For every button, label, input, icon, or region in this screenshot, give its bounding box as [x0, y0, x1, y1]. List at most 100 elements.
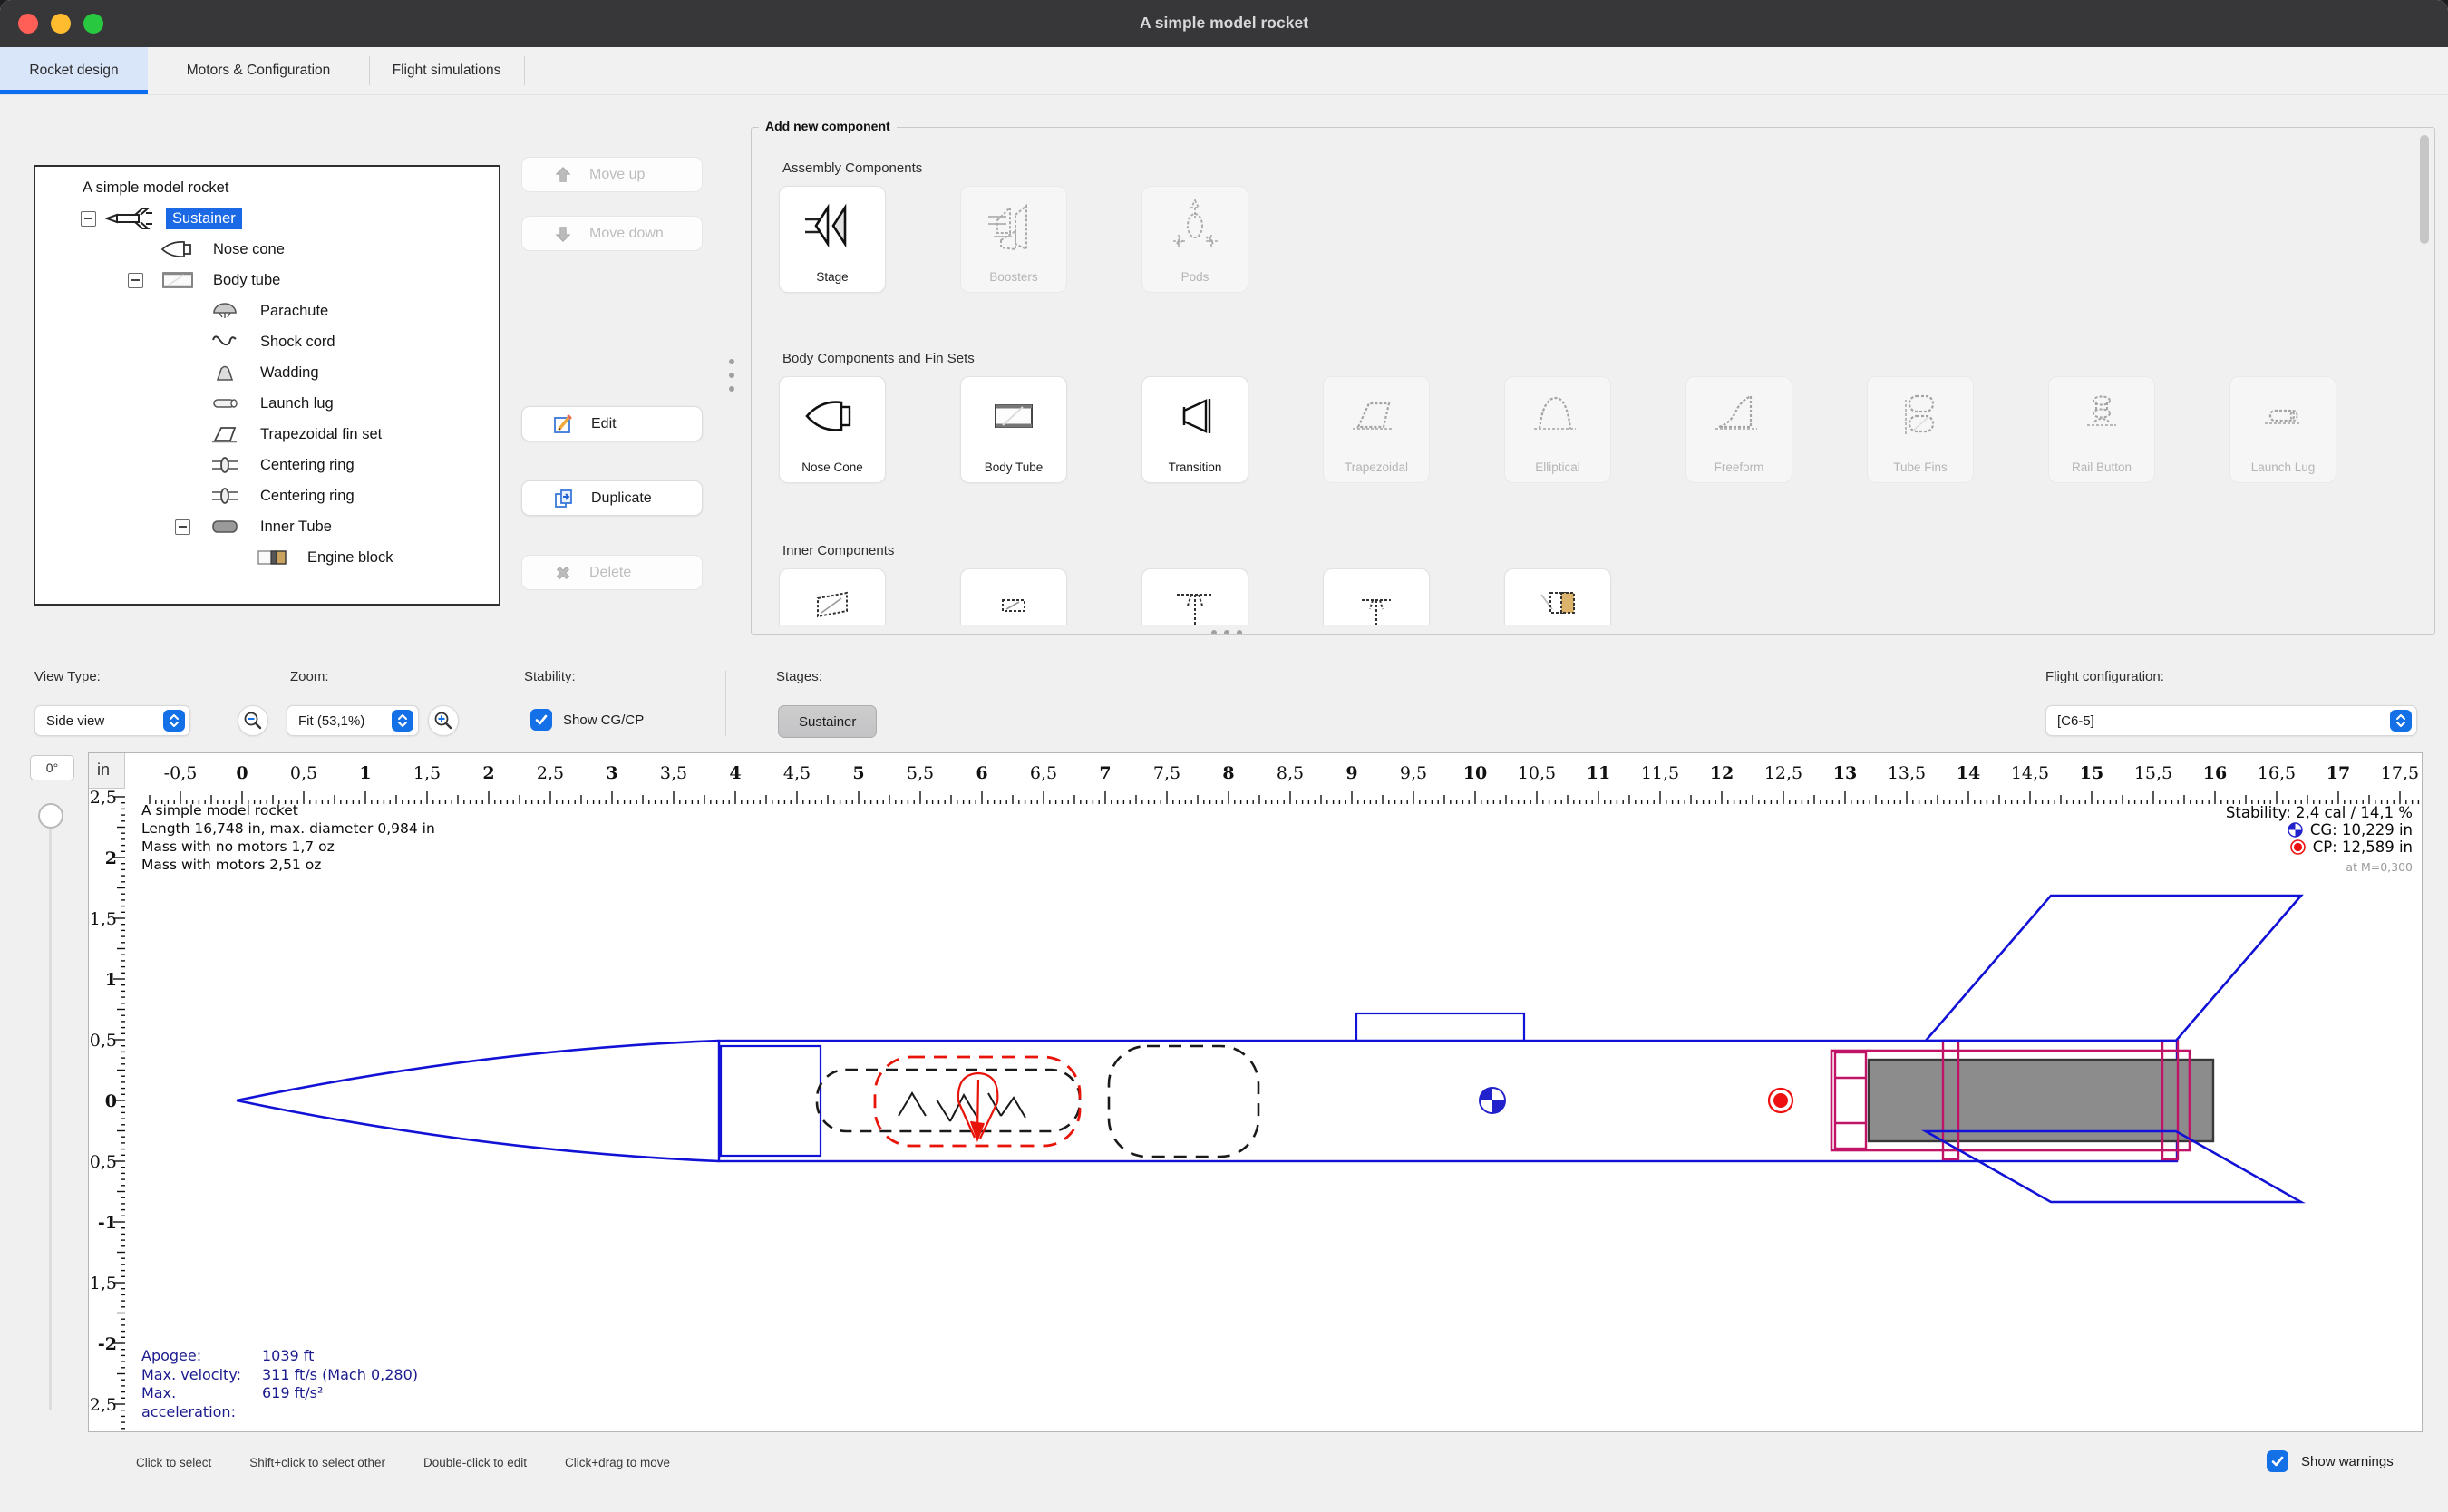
rotation-slider-track[interactable]	[49, 827, 52, 1410]
rotation-slider-knob[interactable]	[38, 803, 63, 829]
window-title: A simple model rocket	[0, 14, 2448, 33]
tree-expander-icon[interactable]	[81, 211, 96, 227]
tab-flight-simulations[interactable]: Flight simulations	[369, 47, 524, 94]
nose-cone-shoulder[interactable]	[721, 1046, 821, 1156]
tree-item-body-tube[interactable]: Body tube	[35, 265, 499, 296]
tree-item-label: Wadding	[260, 364, 319, 382]
boosters-icon	[961, 196, 1066, 256]
nose-cone-outline[interactable]	[237, 1041, 719, 1161]
cp-value: CP: 12,589 in	[2313, 838, 2413, 856]
checkmark-icon	[534, 712, 549, 727]
add-boosters-tile[interactable]: Boosters	[960, 186, 1067, 293]
cg-value: CG: 10,229 in	[2310, 821, 2413, 838]
inner-component-tile-2[interactable]	[960, 568, 1067, 625]
edit-button[interactable]: Edit	[521, 406, 703, 441]
panel-scrollbar-thumb[interactable]	[2420, 135, 2429, 244]
pods-icon	[1142, 196, 1248, 256]
shock-cord-region[interactable]	[817, 1070, 1080, 1131]
fin-icon	[199, 425, 251, 443]
tab-motors-configuration[interactable]: Motors & Configuration	[148, 47, 369, 94]
add-elliptical-tile[interactable]: Elliptical	[1504, 376, 1611, 483]
zoom-in-button[interactable]	[428, 705, 459, 736]
flight-stats-block: Apogee:1039 ftMax. velocity:311 ft/s (Ma…	[141, 1347, 418, 1421]
tree-item-centering-ring[interactable]: Centering ring	[35, 450, 499, 480]
nosecone-icon	[780, 386, 885, 446]
bodytube-icon	[961, 386, 1066, 446]
fin-top[interactable]	[1926, 896, 2301, 1041]
shock-cord-icon	[199, 333, 251, 351]
parachute-doodle	[958, 1073, 997, 1139]
centering-ring-icon	[199, 487, 251, 505]
rotation-angle-button[interactable]: 0°	[30, 755, 74, 780]
inner-component-tile-4[interactable]	[1323, 568, 1430, 625]
add-freeform-tile[interactable]: Freeform	[1685, 376, 1792, 483]
tree-item-inner-tube[interactable]: Inner Tube	[35, 511, 499, 542]
add-body-tube-tile[interactable]: Body Tube	[960, 376, 1067, 483]
chevron-updown-icon	[163, 710, 185, 732]
wadding-region[interactable]	[1109, 1046, 1258, 1157]
tree-item-label: Body tube	[213, 272, 280, 289]
cg-marker	[1480, 1088, 1505, 1113]
add-rail-button-tile[interactable]: Rail Button	[2048, 376, 2155, 483]
show-warnings-checkbox[interactable]	[2267, 1450, 2288, 1472]
duplicate-button[interactable]: Duplicate	[521, 480, 703, 516]
flight-config-dropdown[interactable]: [C6-5]	[2045, 705, 2417, 736]
tree-item-launch-lug[interactable]: Launch lug	[35, 388, 499, 419]
tab-bar: Rocket designMotors & ConfigurationFligh…	[0, 47, 2448, 95]
tree-expander-icon[interactable]	[175, 519, 190, 535]
tree-item-wadding[interactable]: Wadding	[35, 357, 499, 388]
tree-item-label: Sustainer	[166, 208, 242, 229]
hint-click-to-select: Click to select	[136, 1456, 211, 1469]
bulkhead-icon	[1142, 578, 1248, 625]
add-trapezoidal-tile[interactable]: Trapezoidal	[1323, 376, 1430, 483]
zoom-out-button[interactable]	[238, 705, 268, 736]
tree-item-trapezoidal-fin-set[interactable]: Trapezoidal fin set	[35, 419, 499, 450]
tree-item-nose-cone[interactable]: Nose cone	[35, 234, 499, 265]
rocket-icon	[104, 208, 157, 229]
freeform-icon	[1686, 386, 1792, 446]
add-tube-fins-tile[interactable]: Tube Fins	[1867, 376, 1974, 483]
stage-toggle-sustainer[interactable]: Sustainer	[778, 705, 877, 738]
flight-stat-apogee: Apogee:1039 ft	[141, 1347, 418, 1366]
tree-item-parachute[interactable]: Parachute	[35, 296, 499, 326]
mach-condition: at M=0,300	[2226, 858, 2413, 876]
show-cgcp-checkbox[interactable]	[530, 709, 552, 731]
rocket-design-canvas[interactable]: -0,500,511,522,533,544,555,566,577,588,5…	[88, 752, 2423, 1432]
tree-item-centering-ring[interactable]: Centering ring	[35, 480, 499, 511]
launch-lug-outline[interactable]	[1356, 1013, 1524, 1041]
tree-item-label: Inner Tube	[260, 519, 332, 536]
duplicate-icon	[553, 488, 575, 509]
tab-rocket-design[interactable]: Rocket design	[0, 47, 148, 94]
inner-component-tile-3[interactable]	[1141, 568, 1248, 625]
delete-x-icon	[553, 563, 573, 583]
zoom-dropdown[interactable]: Fit (53,1%)	[287, 705, 419, 736]
magnifier-plus-icon	[432, 710, 454, 732]
engine-block-outline[interactable]	[1835, 1052, 1866, 1149]
tile-row: Nose Cone Body Tube Transition Trapezoidal E…	[779, 376, 2336, 483]
show-warnings-label: Show warnings	[2301, 1454, 2394, 1469]
tree-item-a-simple-model-rocket[interactable]: A simple model rocket	[35, 172, 499, 203]
railbutton-icon	[2049, 386, 2154, 446]
view-type-dropdown[interactable]: Side view	[34, 705, 190, 736]
cp-icon	[2290, 839, 2306, 855]
move-down-button[interactable]: Move down	[521, 216, 703, 251]
vertical-splitter-handle[interactable]	[728, 359, 735, 395]
add-pods-tile[interactable]: Pods	[1141, 186, 1248, 293]
add-new-component-panel: Add new component Assembly ComponentsSta…	[751, 127, 2435, 635]
tree-item-sustainer[interactable]: Sustainer	[35, 203, 499, 234]
delete-button[interactable]: Delete	[521, 555, 703, 590]
add-stage-tile[interactable]: Stage	[779, 186, 886, 293]
move-up-button[interactable]: Move up	[521, 157, 703, 192]
component-tree-panel: A simple model rocket Sustainer Nose cone B…	[34, 165, 500, 606]
arrow-up-icon	[553, 165, 573, 185]
tile-row	[779, 568, 1611, 625]
tree-expander-icon[interactable]	[128, 273, 143, 288]
add-nose-cone-tile[interactable]: Nose Cone	[779, 376, 886, 483]
add-transition-tile[interactable]: Transition	[1141, 376, 1248, 483]
tree-item-shock-cord[interactable]: Shock cord	[35, 326, 499, 357]
nose-cone-icon	[151, 239, 204, 259]
inner-component-tile-1[interactable]	[779, 568, 886, 625]
inner-component-tile-5[interactable]	[1504, 568, 1611, 625]
add-launch-lug-tile[interactable]: Launch Lug	[2229, 376, 2336, 483]
tree-item-engine-block[interactable]: Engine block	[35, 542, 499, 573]
